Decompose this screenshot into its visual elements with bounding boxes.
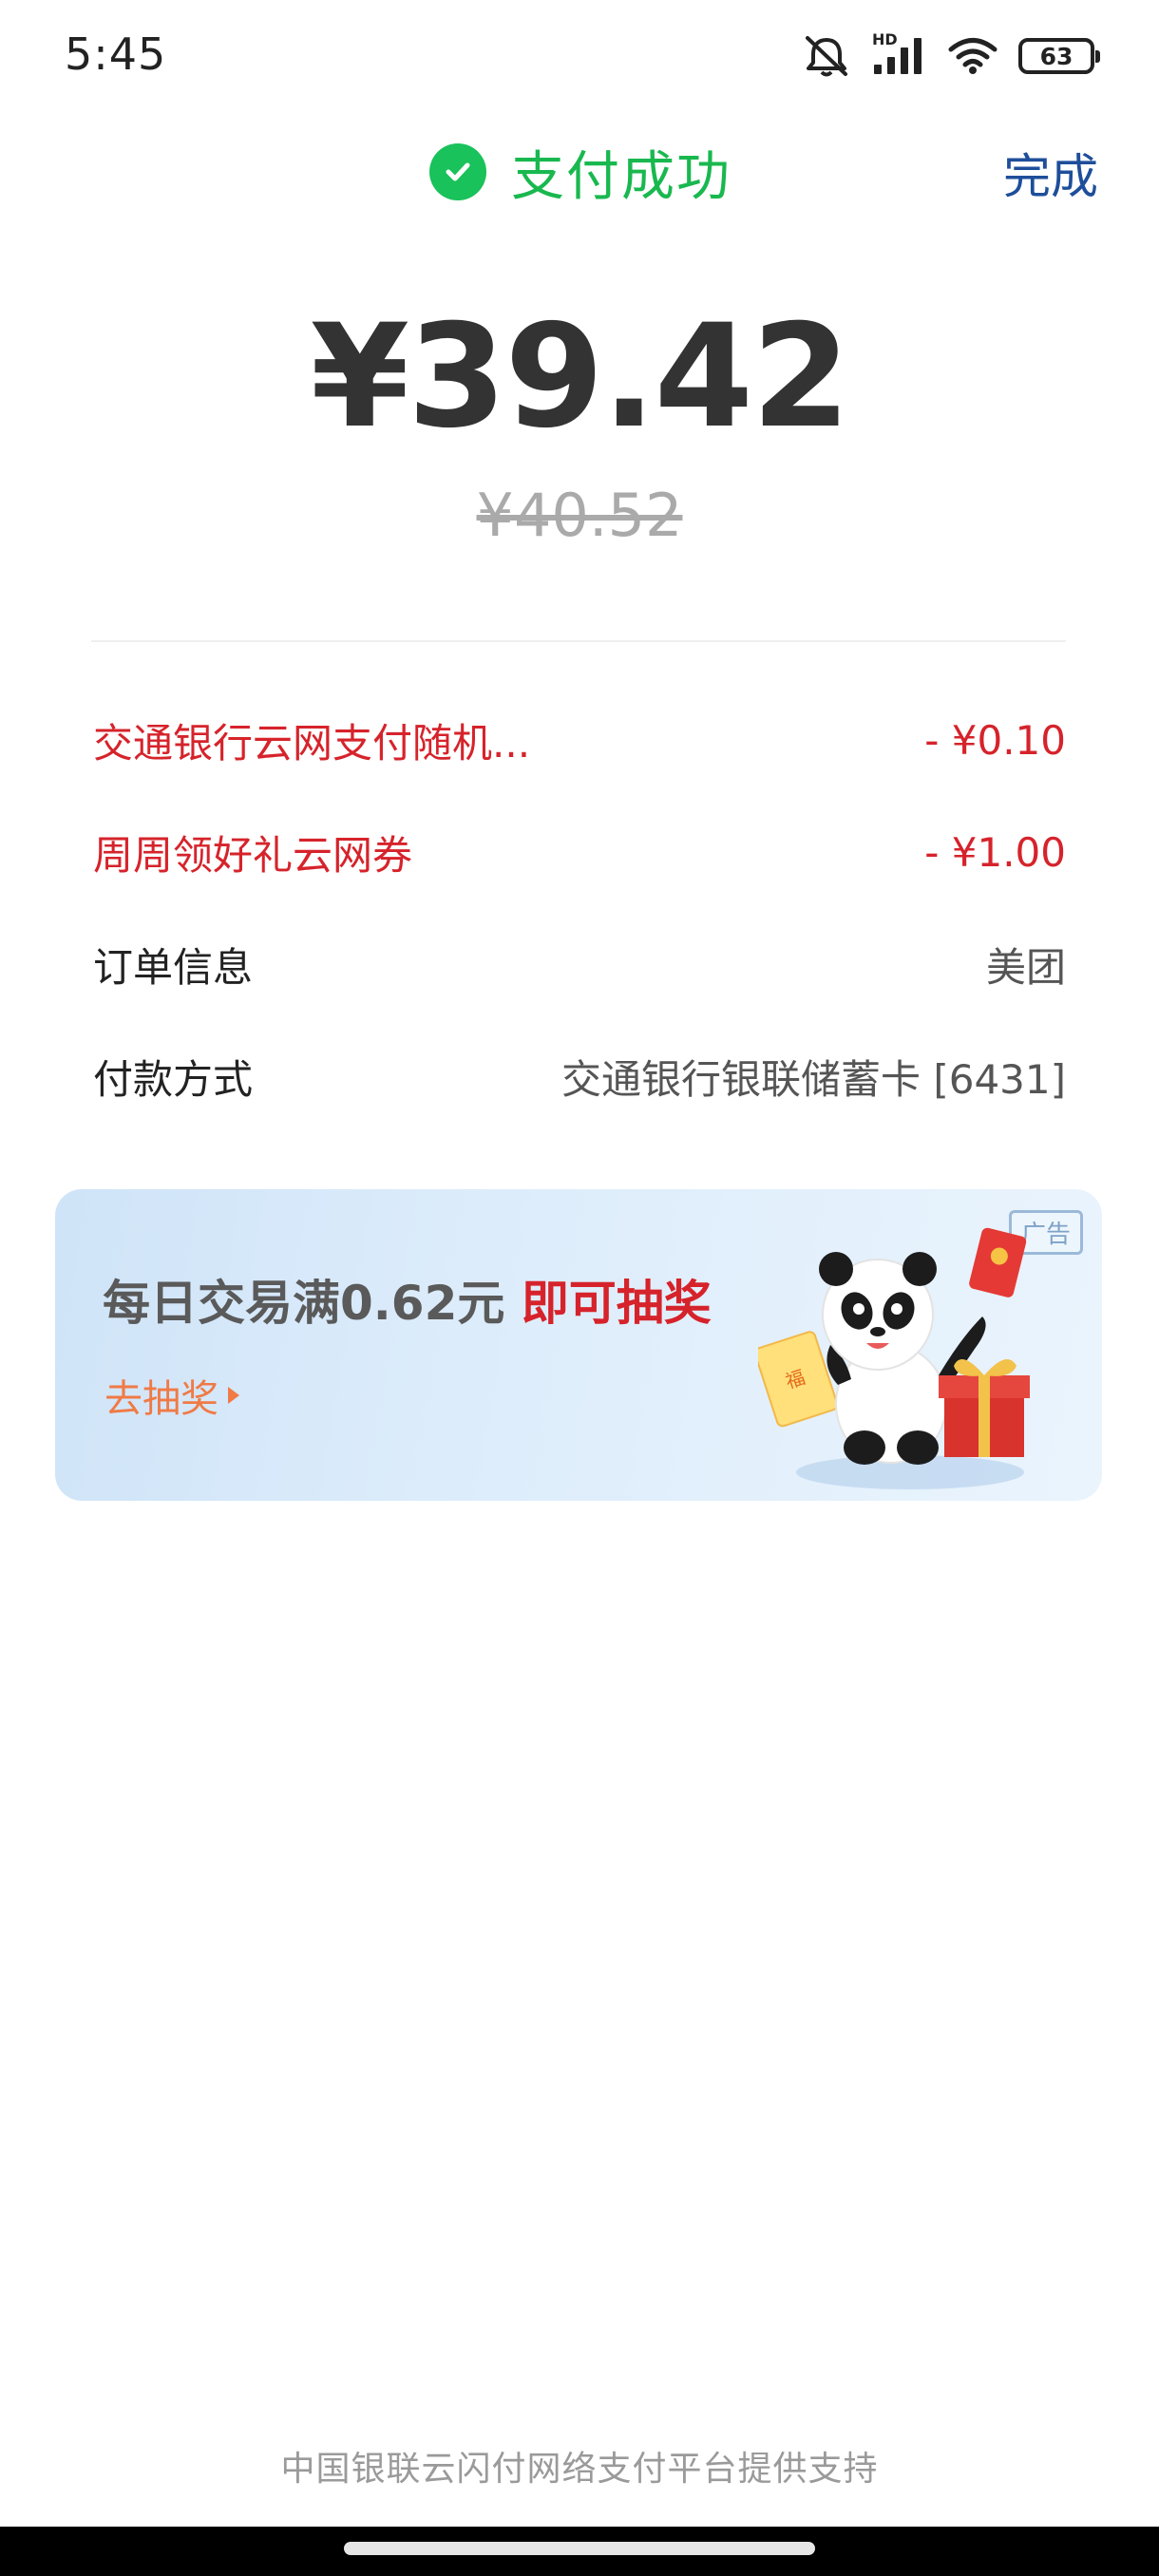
order-info-label: 订单信息 bbox=[93, 943, 254, 991]
ad-title-text: 每日交易满0.62元 bbox=[103, 1276, 505, 1331]
mute-icon bbox=[802, 34, 851, 78]
system-nav-bar bbox=[0, 2527, 1159, 2576]
network-type: HD bbox=[872, 30, 898, 48]
lottery-link-label: 去抽奖 bbox=[104, 1377, 218, 1421]
ad-banner[interactable]: 广告 每日交易满0.62元 即可抽奖 去抽奖 福 bbox=[55, 1189, 1102, 1501]
order-info-row: 订单信息 美团 bbox=[93, 908, 1066, 1020]
footer-note: 中国银联云闪付网络支付平台提供支持 bbox=[280, 2450, 879, 2489]
coupon-value: - ¥1.00 bbox=[924, 828, 1066, 876]
status-icons: HD 63 bbox=[802, 30, 1100, 80]
battery-icon: 63 bbox=[1018, 38, 1100, 74]
success-status: 支付成功 bbox=[429, 139, 732, 208]
payment-method-label: 付款方式 bbox=[93, 1055, 254, 1103]
discount-value: - ¥0.10 bbox=[924, 716, 1066, 764]
ad-title-highlight: 即可抽奖 bbox=[521, 1276, 712, 1331]
discount-row-coupon: 周周领好礼云网券 - ¥1.00 bbox=[93, 796, 1066, 908]
panda-mascot-illustration: 福 bbox=[753, 1223, 1062, 1499]
payment-method-row: 付款方式 交通银行银联储蓄卡 [6431] bbox=[93, 1020, 1066, 1132]
home-indicator[interactable] bbox=[344, 2542, 815, 2555]
lottery-link[interactable]: 去抽奖 bbox=[104, 1368, 239, 1423]
check-circle-icon bbox=[429, 143, 486, 200]
ticket-icon: 福 bbox=[753, 1331, 839, 1428]
paid-amount: ¥39.42 bbox=[310, 294, 851, 460]
discount-row-random: 交通银行云网支付随机... - ¥0.10 bbox=[93, 684, 1066, 796]
status-time: 5:45 bbox=[65, 28, 167, 80]
header: 支付成功 完成 bbox=[0, 112, 1159, 245]
discount-label: 交通银行云网支付随机... bbox=[93, 719, 531, 767]
play-arrow-icon bbox=[228, 1387, 239, 1404]
signal-icon: HD bbox=[872, 30, 927, 76]
coupon-label: 周周领好礼云网券 bbox=[93, 831, 413, 879]
ad-title: 每日交易满0.62元 即可抽奖 bbox=[103, 1265, 712, 1334]
status-bar: 5:45 HD 63 bbox=[0, 0, 1159, 112]
divider bbox=[91, 640, 1066, 642]
payment-details: 交通银行云网支付随机... - ¥0.10 周周领好礼云网券 - ¥1.00 订… bbox=[93, 684, 1066, 1132]
order-info-value: 美团 bbox=[985, 943, 1066, 991]
payment-method-value: 交通银行银联储蓄卡 [6431] bbox=[560, 1055, 1066, 1103]
page-title: 支付成功 bbox=[511, 145, 732, 208]
done-button[interactable]: 完成 bbox=[1003, 139, 1098, 207]
original-amount: ¥40.52 bbox=[476, 481, 683, 550]
red-envelope-icon bbox=[969, 1227, 1027, 1297]
wifi-icon bbox=[948, 37, 998, 75]
